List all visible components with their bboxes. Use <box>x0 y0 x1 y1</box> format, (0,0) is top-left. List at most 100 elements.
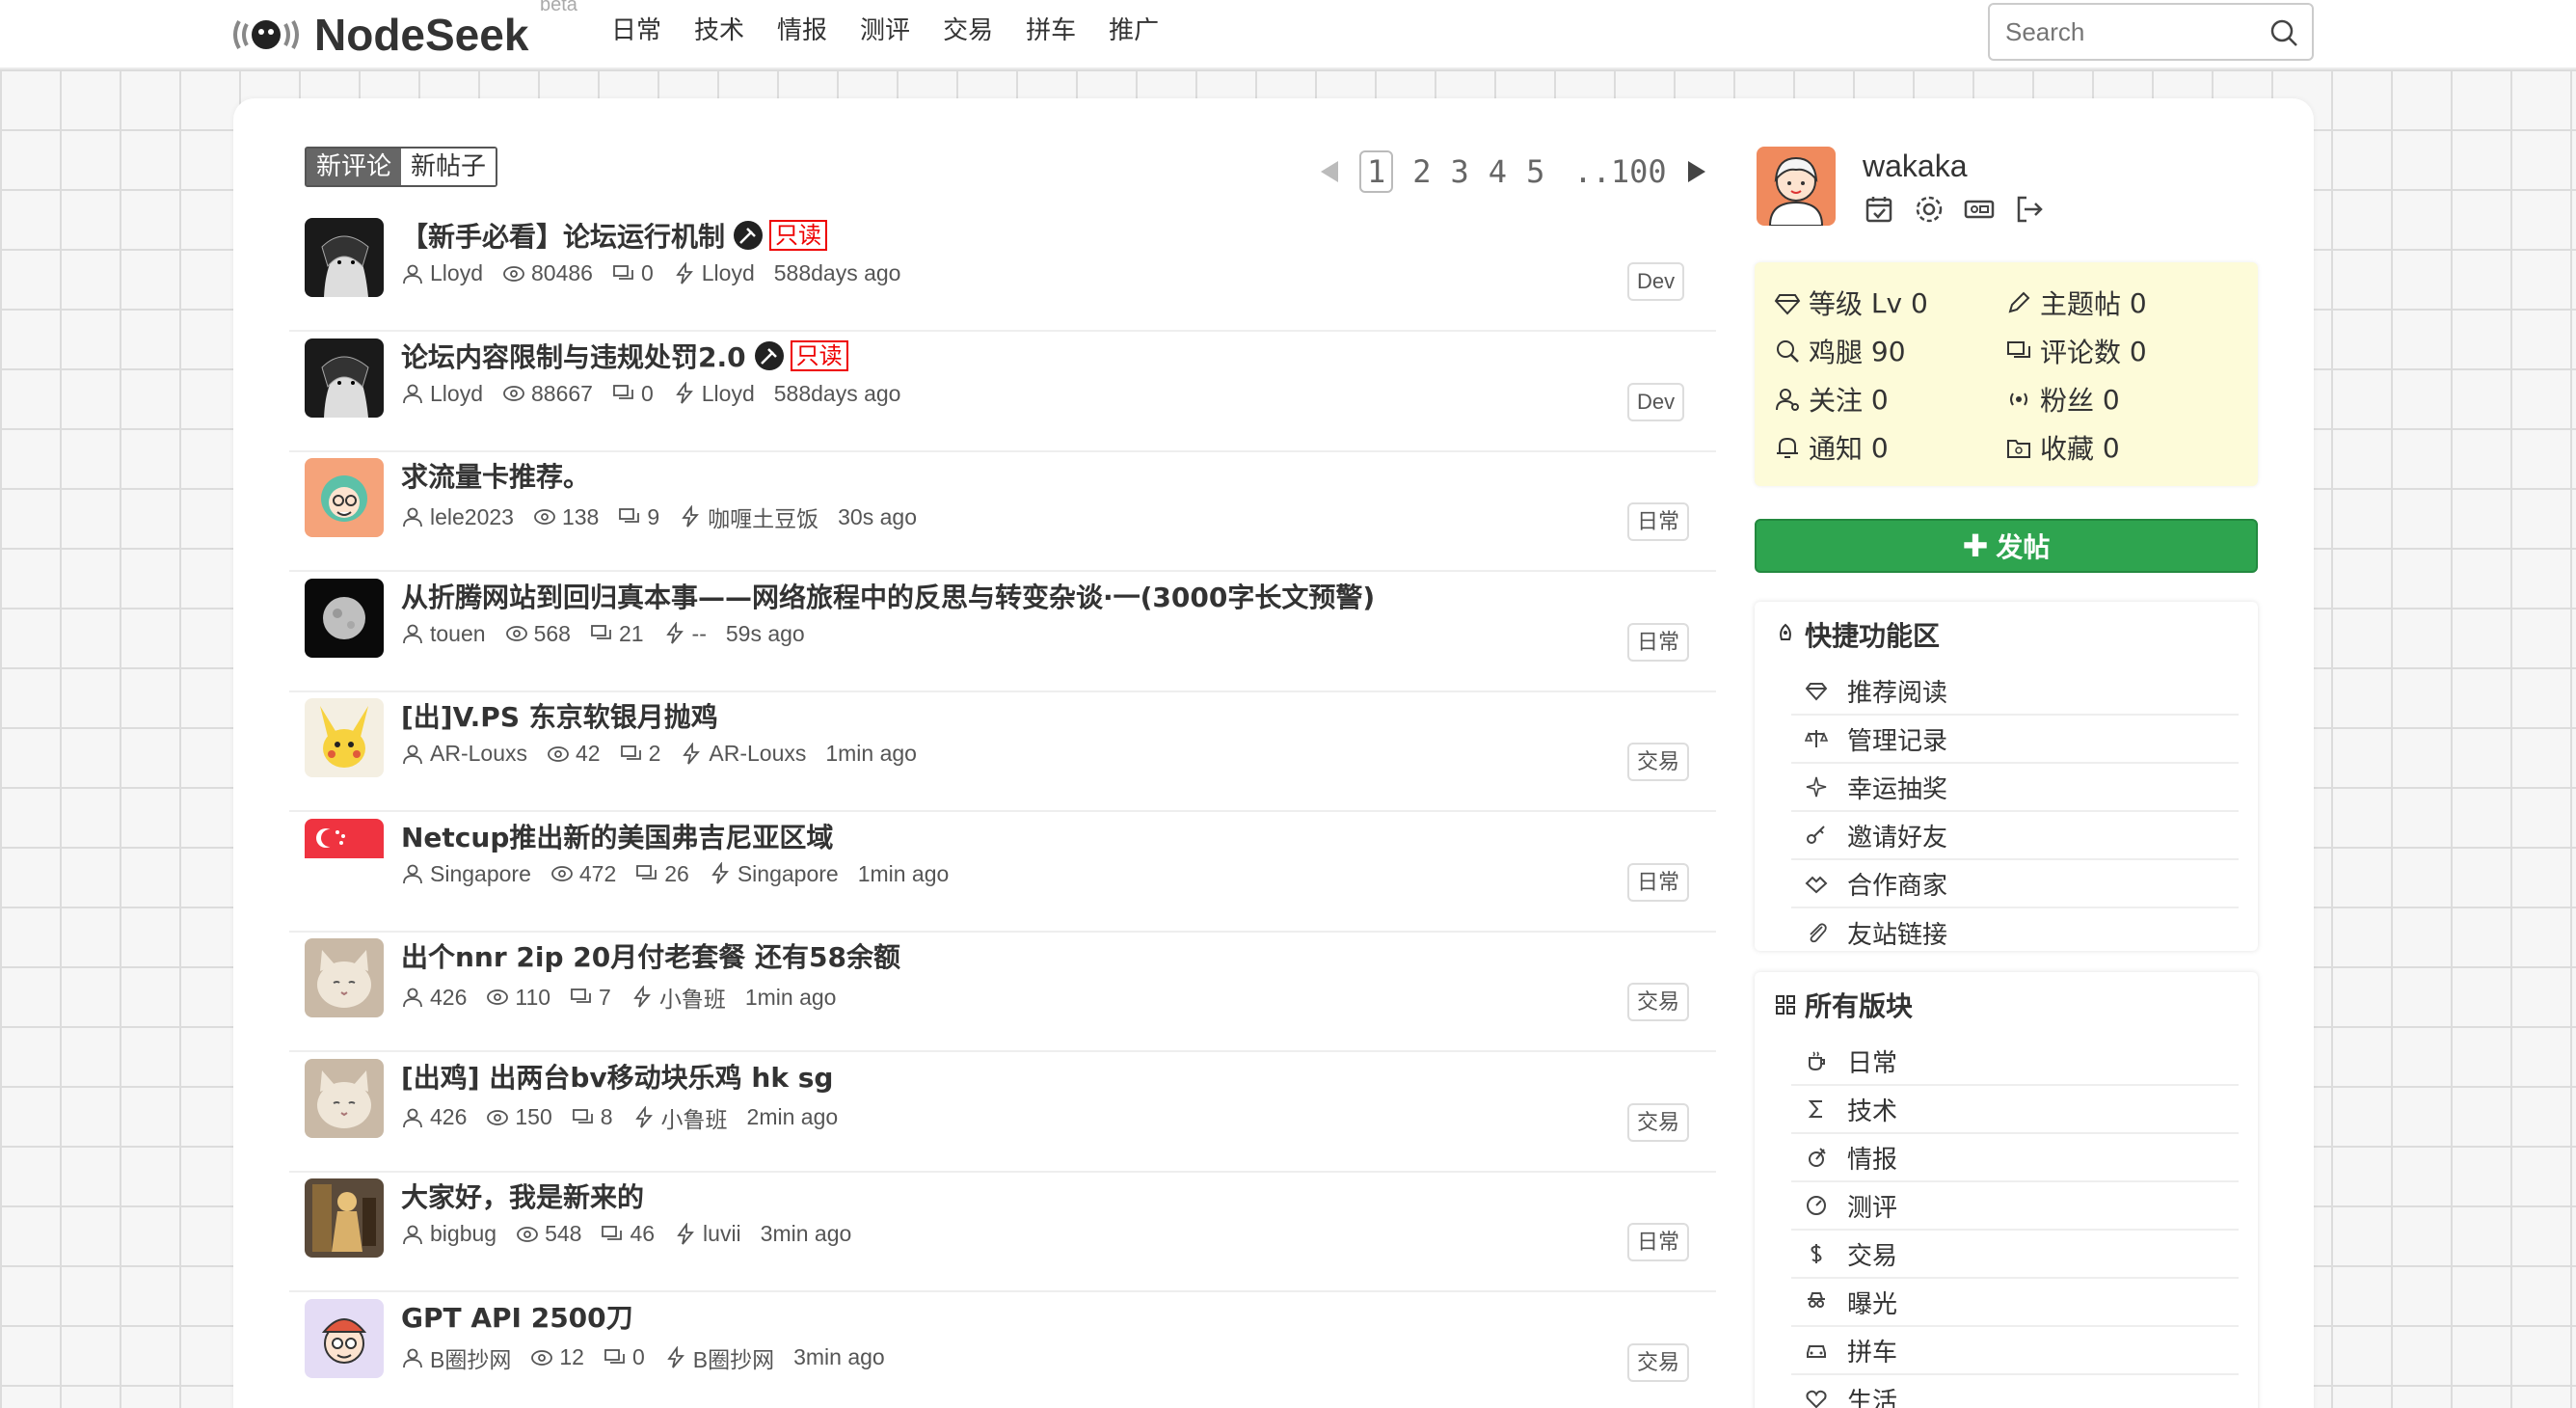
logout-icon[interactable] <box>2013 193 2046 226</box>
post-title[interactable]: 论坛内容限制与违规处罚2.0 只读 <box>401 337 848 375</box>
post-title-text[interactable]: 求流量卡推荐。 <box>401 456 590 495</box>
post-author[interactable]: lele2023 <box>401 504 514 530</box>
post-author[interactable]: touen <box>401 621 486 647</box>
board-item[interactable]: 测评 <box>1791 1182 2239 1231</box>
post-row[interactable]: 大家好，我是新来的 bigbug 548 46 luvii 3min ago 日常 <box>289 1173 1716 1292</box>
post-author[interactable]: bigbug <box>401 1221 496 1247</box>
board-item[interactable]: 技术 <box>1791 1086 2239 1134</box>
post-title[interactable]: 大家好，我是新来的 <box>401 1177 644 1215</box>
post-title[interactable]: Netcup推出新的美国弗吉尼亚区域 <box>401 817 833 855</box>
nav-trade[interactable]: 交易 <box>943 14 993 48</box>
post-row[interactable]: [出鸡] 出两台bv移动块乐鸡 hk sg 426 150 8 小鲁班 2min ago 交… <box>289 1053 1716 1173</box>
post-title[interactable]: 出个nnr 2ip 20月付老套餐 还有58余额 <box>401 936 900 975</box>
stat-notifications[interactable]: 通知 0 <box>1774 428 1889 467</box>
next-page-icon[interactable] <box>1684 157 1709 186</box>
post-last-reply[interactable]: -- <box>663 621 707 647</box>
category-badge[interactable]: Dev <box>1627 262 1685 301</box>
post-row[interactable]: 求流量卡推荐。 lele2023 138 9 咖喱土豆饭 30s ago 日常 <box>289 452 1716 572</box>
username[interactable]: wakaka <box>1863 149 1968 184</box>
post-row[interactable]: Netcup推出新的美国弗吉尼亚区域 Singapore 472 26 Singapor… <box>289 813 1716 933</box>
post-title-text[interactable]: 论坛内容限制与违规处罚2.0 <box>401 337 746 375</box>
post-last-reply[interactable]: 咖喱土豆饭 <box>679 501 818 533</box>
page-last[interactable]: ..100 <box>1573 153 1666 190</box>
post-last-reply[interactable]: luvii <box>674 1221 741 1247</box>
category-badge[interactable]: Dev <box>1627 382 1685 421</box>
author-avatar[interactable] <box>305 1178 384 1258</box>
category-badge[interactable]: 日常 <box>1627 502 1690 541</box>
post-row[interactable]: [出]V.PS 东京软银月抛鸡 AR-Louxs 42 2 AR-Louxs 1min a… <box>289 692 1716 812</box>
author-avatar[interactable] <box>305 218 384 297</box>
tab-new-posts[interactable]: 新帖子 <box>401 149 496 185</box>
category-badge[interactable]: 交易 <box>1627 983 1690 1021</box>
page-4[interactable]: 4 <box>1489 152 1507 191</box>
post-title-text[interactable]: 从折腾网站到回归真本事——网络旅程中的反思与转变杂谈·一(3000字长文预警) <box>401 577 1375 615</box>
stat-fans[interactable]: 粉丝 0 <box>2005 380 2120 419</box>
stat-comments[interactable]: 评论数 0 <box>2005 332 2147 370</box>
board-item[interactable]: 交易 <box>1791 1231 2239 1279</box>
stat-chicken-legs[interactable]: 鸡腿 90 <box>1774 332 1906 370</box>
stat-topics[interactable]: 主题帖 0 <box>2005 284 2147 322</box>
category-badge[interactable]: 交易 <box>1627 743 1690 781</box>
post-last-reply[interactable]: 小鲁班 <box>632 1101 728 1134</box>
board-item[interactable]: 曝光 <box>1791 1279 2239 1327</box>
board-item[interactable]: 生活 <box>1791 1375 2239 1408</box>
quick-item[interactable]: 幸运抽奖 <box>1791 764 2239 812</box>
author-avatar[interactable] <box>305 338 384 418</box>
page-2[interactable]: 2 <box>1412 152 1431 191</box>
stat-following[interactable]: 关注 0 <box>1774 380 1889 419</box>
new-post-button[interactable]: ✚ 发帖 <box>1755 519 2258 573</box>
category-badge[interactable]: 日常 <box>1627 622 1690 662</box>
stat-favorites[interactable]: 收藏 0 <box>2005 428 2120 467</box>
post-title-text[interactable]: 大家好，我是新来的 <box>401 1177 644 1215</box>
post-author[interactable]: 426 <box>401 1104 467 1130</box>
author-avatar[interactable] <box>305 698 384 777</box>
nav-promo[interactable]: 推广 <box>1109 14 1159 48</box>
category-badge[interactable]: 日常 <box>1627 862 1690 902</box>
post-title-text[interactable]: Netcup推出新的美国弗吉尼亚区域 <box>401 817 833 855</box>
author-avatar[interactable] <box>305 818 384 898</box>
author-avatar[interactable] <box>305 458 384 537</box>
post-row[interactable]: 出个nnr 2ip 20月付老套餐 还有58余额 426 110 7 小鲁班 1min a… <box>289 933 1716 1052</box>
post-last-reply[interactable]: Lloyd <box>673 260 755 286</box>
page-current[interactable]: 1 <box>1359 150 1394 193</box>
quick-item[interactable]: 管理记录 <box>1791 716 2239 764</box>
board-item[interactable]: 情报 <box>1791 1134 2239 1182</box>
page-3[interactable]: 3 <box>1451 152 1469 191</box>
post-title-text[interactable]: GPT API 2500刀 <box>401 1297 633 1336</box>
stat-level[interactable]: 等级 Lv 0 <box>1774 284 1928 322</box>
nav-carpool[interactable]: 拼车 <box>1026 14 1076 48</box>
category-badge[interactable]: 交易 <box>1627 1102 1690 1142</box>
quick-item[interactable]: 友站链接 <box>1791 908 2239 957</box>
post-author[interactable]: Lloyd <box>401 381 483 407</box>
badge-card-icon[interactable] <box>1963 193 1996 226</box>
nav-info[interactable]: 情报 <box>777 14 827 48</box>
post-row[interactable]: GPT API 2500刀 B圈抄网 12 0 B圈抄网 3min ago 交易 <box>289 1293 1716 1408</box>
post-title[interactable]: [出]V.PS 东京软银月抛鸡 <box>401 696 718 735</box>
tab-new-comments[interactable]: 新评论 <box>307 149 402 185</box>
post-title[interactable]: [出鸡] 出两台bv移动块乐鸡 hk sg <box>401 1057 833 1096</box>
post-row[interactable]: 论坛内容限制与违规处罚2.0 只读 Lloyd 88667 0 Lloyd 588days … <box>289 333 1716 452</box>
calendar-check-icon[interactable] <box>1863 193 1895 226</box>
search-input[interactable] <box>2005 16 2266 47</box>
post-title[interactable]: 求流量卡推荐。 <box>401 456 590 495</box>
post-title-text[interactable]: 出个nnr 2ip 20月付老套餐 还有58余额 <box>401 936 900 975</box>
post-last-reply[interactable]: Lloyd <box>673 381 755 407</box>
author-avatar[interactable] <box>305 1058 384 1138</box>
search-icon[interactable] <box>2269 18 2298 47</box>
nav-daily[interactable]: 日常 <box>611 14 661 48</box>
author-avatar[interactable] <box>305 1298 384 1378</box>
post-row[interactable]: 【新手必看】论坛运行机制 只读 Lloyd 80486 0 Lloyd 588days ag… <box>289 212 1716 332</box>
board-item[interactable]: 日常 <box>1791 1038 2239 1086</box>
post-title-text[interactable]: [出鸡] 出两台bv移动块乐鸡 hk sg <box>401 1057 833 1096</box>
user-avatar[interactable] <box>1757 147 1836 226</box>
post-title-text[interactable]: [出]V.PS 东京软银月抛鸡 <box>401 696 718 735</box>
category-badge[interactable]: 交易 <box>1627 1342 1690 1382</box>
post-title-text[interactable]: 【新手必看】论坛运行机制 <box>401 216 725 255</box>
quick-item[interactable]: 合作商家 <box>1791 860 2239 908</box>
post-last-reply[interactable]: AR-Louxs <box>680 741 806 767</box>
post-author[interactable]: Lloyd <box>401 260 483 286</box>
board-item[interactable]: 拼车 <box>1791 1327 2239 1375</box>
post-author[interactable]: AR-Louxs <box>401 741 527 767</box>
post-title[interactable]: GPT API 2500刀 <box>401 1297 633 1336</box>
author-avatar[interactable] <box>305 938 384 1017</box>
